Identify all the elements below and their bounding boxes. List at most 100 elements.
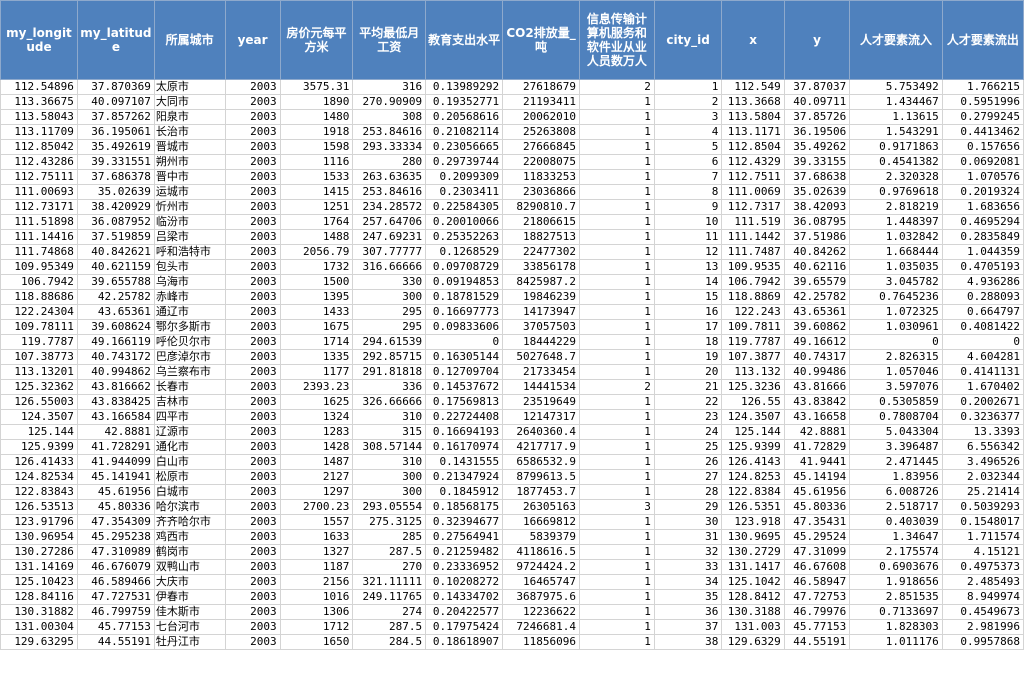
table-cell[interactable]: 125.10423	[0, 574, 78, 590]
table-cell[interactable]: 1	[579, 184, 655, 200]
table-cell[interactable]: 38.420929	[76, 199, 155, 215]
table-cell[interactable]: 18	[653, 334, 723, 350]
table-cell[interactable]: 122.243	[721, 304, 785, 320]
table-cell[interactable]: 0	[941, 334, 1024, 350]
table-cell[interactable]: 126.4143	[721, 454, 785, 470]
table-cell[interactable]: 2056.79	[279, 244, 354, 260]
table-cell[interactable]: 0.09194853	[425, 274, 504, 290]
table-cell[interactable]: 112.73171	[0, 199, 78, 215]
table-cell[interactable]: 1	[579, 409, 655, 425]
table-cell[interactable]: 330	[352, 274, 427, 290]
table-cell[interactable]: 8	[653, 184, 723, 200]
table-cell[interactable]: 9724424.2	[502, 559, 580, 575]
table-cell[interactable]: 2.471445	[849, 454, 943, 470]
table-cell[interactable]: 39.608624	[76, 319, 155, 335]
table-cell[interactable]: 130.31882	[0, 604, 78, 620]
table-cell[interactable]: 6586532.9	[502, 454, 580, 470]
table-cell[interactable]: 39.33155	[783, 154, 851, 170]
table-cell[interactable]: 2003	[224, 574, 281, 590]
table-cell[interactable]: 37.68638	[783, 169, 851, 185]
table-cell[interactable]: 2003	[224, 244, 281, 260]
table-cell[interactable]: 3575.31	[279, 79, 354, 95]
table-cell[interactable]: 1.668444	[849, 244, 943, 260]
table-cell[interactable]: 0.7645236	[849, 289, 943, 305]
table-cell[interactable]: 111.7487	[721, 244, 785, 260]
table-cell[interactable]: 40.09711	[783, 94, 851, 110]
table-cell[interactable]: 1.057046	[849, 364, 943, 380]
table-cell[interactable]: 0.20010066	[425, 214, 504, 230]
table-cell[interactable]: 1877453.7	[502, 484, 580, 500]
table-cell[interactable]: 3.597076	[849, 379, 943, 395]
table-cell[interactable]: 2003	[224, 304, 281, 320]
header-cell[interactable]: my_latitude	[76, 0, 155, 80]
table-cell[interactable]: 0.2303411	[425, 184, 504, 200]
table-cell[interactable]: 2003	[224, 334, 281, 350]
table-cell[interactable]: 1712	[279, 619, 354, 635]
table-cell[interactable]: 1.543291	[849, 124, 943, 140]
table-cell[interactable]: 33856178	[502, 259, 580, 275]
table-cell[interactable]: 2	[579, 79, 655, 95]
table-cell[interactable]: 125.144	[0, 424, 78, 440]
table-cell[interactable]: 130.3188	[721, 604, 785, 620]
table-cell[interactable]: 1433	[279, 304, 354, 320]
table-cell[interactable]: 33	[653, 559, 723, 575]
table-cell[interactable]: 28	[653, 484, 723, 500]
table-cell[interactable]: 32	[653, 544, 723, 560]
table-cell[interactable]: 7246681.4	[502, 619, 580, 635]
table-cell[interactable]: 1	[579, 349, 655, 365]
table-cell[interactable]: 1	[579, 514, 655, 530]
table-cell[interactable]: 1016	[279, 589, 354, 605]
table-cell[interactable]: 43.816662	[76, 379, 155, 395]
table-cell[interactable]: 5	[653, 139, 723, 155]
table-cell[interactable]: 29	[653, 499, 723, 515]
table-cell[interactable]: 8799613.5	[502, 469, 580, 485]
table-cell[interactable]: 16	[653, 304, 723, 320]
table-cell[interactable]: 0.16697773	[425, 304, 504, 320]
table-cell[interactable]: 107.3877	[721, 349, 785, 365]
table-cell[interactable]: 1480	[279, 109, 354, 125]
table-cell[interactable]: 2.518717	[849, 499, 943, 515]
table-cell[interactable]: 1487	[279, 454, 354, 470]
table-cell[interactable]: 19	[653, 349, 723, 365]
table-cell[interactable]: 0.18568175	[425, 499, 504, 515]
table-cell[interactable]: 37057503	[502, 319, 580, 335]
table-cell[interactable]: 1500	[279, 274, 354, 290]
table-cell[interactable]: 2003	[224, 139, 281, 155]
table-cell[interactable]: 1.072325	[849, 304, 943, 320]
table-cell[interactable]: 0.9957868	[941, 634, 1024, 650]
table-cell[interactable]: 运城市	[153, 184, 226, 200]
table-cell[interactable]: 通化市	[153, 439, 226, 455]
table-cell[interactable]: 1.670402	[941, 379, 1024, 395]
table-cell[interactable]: 0.4413462	[941, 124, 1024, 140]
table-cell[interactable]: 11856096	[502, 634, 580, 650]
table-cell[interactable]: 0.5305859	[849, 394, 943, 410]
table-cell[interactable]: 2003	[224, 439, 281, 455]
table-cell[interactable]: 126.5351	[721, 499, 785, 515]
table-cell[interactable]: 1	[579, 424, 655, 440]
table-cell[interactable]: 1	[579, 454, 655, 470]
table-cell[interactable]: 0.12709704	[425, 364, 504, 380]
table-cell[interactable]: 0.14537672	[425, 379, 504, 395]
table-cell[interactable]: 1625	[279, 394, 354, 410]
table-cell[interactable]: 295	[352, 304, 427, 320]
header-cell[interactable]: city_id	[653, 0, 723, 80]
table-cell[interactable]: 45.61956	[783, 484, 851, 500]
table-cell[interactable]: 39.65579	[783, 274, 851, 290]
table-cell[interactable]: 310	[352, 454, 427, 470]
table-cell[interactable]: 18444229	[502, 334, 580, 350]
table-cell[interactable]: 25	[653, 439, 723, 455]
table-cell[interactable]: 124.3507	[0, 409, 78, 425]
table-cell[interactable]: 0.7133697	[849, 604, 943, 620]
table-cell[interactable]: 107.38773	[0, 349, 78, 365]
table-cell[interactable]: 46.79976	[783, 604, 851, 620]
table-cell[interactable]: 47.727531	[76, 589, 155, 605]
table-cell[interactable]: 鸡西市	[153, 529, 226, 545]
table-cell[interactable]: 0.2835849	[941, 229, 1024, 245]
table-cell[interactable]: 39.655788	[76, 274, 155, 290]
table-cell[interactable]: 0.2099309	[425, 169, 504, 185]
header-cell[interactable]: 平均最低月工资	[352, 0, 427, 80]
table-cell[interactable]: 47.31099	[783, 544, 851, 560]
table-cell[interactable]: 0.5951996	[941, 94, 1024, 110]
table-cell[interactable]: 0.23056665	[425, 139, 504, 155]
table-cell[interactable]: 1598	[279, 139, 354, 155]
